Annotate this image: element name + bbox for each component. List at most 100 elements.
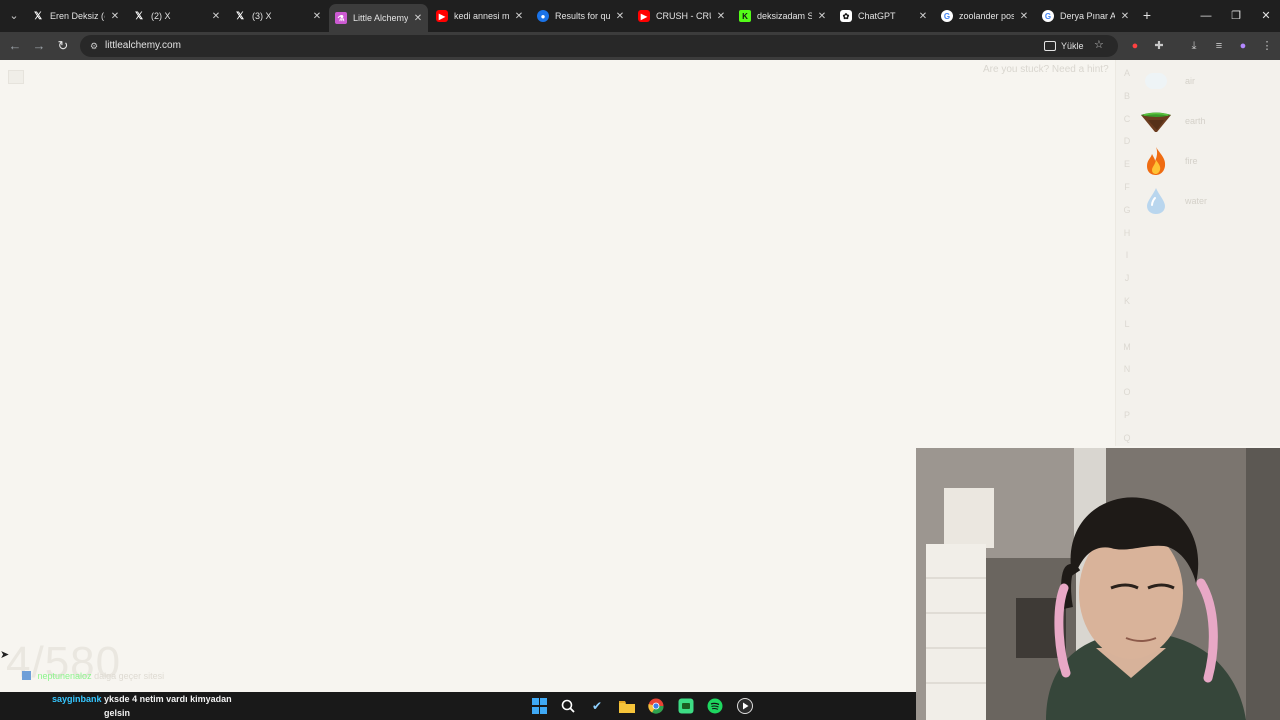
install-app-button[interactable]: Yükle <box>1044 39 1084 53</box>
letter-index-o[interactable]: O <box>1120 381 1134 404</box>
chat-username: sayginbank <box>52 694 102 704</box>
android-app-icon[interactable] <box>677 697 695 715</box>
tab-kedi-annesi[interactable]: ▶ kedi annesi mi ✕ <box>430 4 529 28</box>
fire-icon <box>1139 144 1173 178</box>
site-info-icon[interactable]: ⚙ <box>88 40 100 52</box>
url-text[interactable]: littlealchemy.com <box>105 40 181 51</box>
tab-chatgpt[interactable]: ✿ ChatGPT ✕ <box>834 4 933 28</box>
close-icon[interactable]: ✕ <box>1018 11 1030 22</box>
extensions-puzzle-icon[interactable]: ✚ <box>1151 38 1167 54</box>
letter-index-a[interactable]: A <box>1120 62 1134 85</box>
close-icon[interactable]: ✕ <box>210 11 222 22</box>
media-player-icon[interactable] <box>736 697 754 715</box>
windows-start-icon[interactable] <box>530 697 548 715</box>
file-explorer-icon[interactable] <box>618 697 636 715</box>
close-icon[interactable]: ✕ <box>614 11 626 22</box>
letter-index-n[interactable]: N <box>1120 358 1134 381</box>
bookmark-star-icon[interactable]: ☆ <box>1094 38 1104 51</box>
search-icon[interactable] <box>559 697 577 715</box>
mouse-pointer-icon: ➤ <box>0 649 10 661</box>
element-name: earth <box>1185 116 1206 126</box>
browser-menu-icon[interactable]: ⋮ <box>1259 38 1275 54</box>
letter-index-q[interactable]: Q <box>1120 427 1134 450</box>
chat-message: sayginbank yksde 4 netim vardı kimyadan … <box>52 692 244 720</box>
download-icon[interactable]: ⤓ <box>1186 38 1202 54</box>
youtube-icon: ▶ <box>638 10 650 22</box>
install-label: Yükle <box>1061 41 1084 51</box>
little-alchemy-icon: ⚗ <box>335 12 347 24</box>
element-water[interactable]: water <box>1139 184 1259 218</box>
letter-index-b[interactable]: B <box>1120 85 1134 108</box>
letter-index-j[interactable]: J <box>1120 267 1134 290</box>
element-air[interactable]: air <box>1139 64 1259 98</box>
window-close-icon[interactable]: ✕ <box>1256 6 1276 26</box>
profile-avatar[interactable]: ● <box>1235 38 1251 54</box>
letter-index-h[interactable]: H <box>1120 222 1134 245</box>
letter-index-m[interactable]: M <box>1120 336 1134 359</box>
letter-index-c[interactable]: C <box>1120 108 1134 131</box>
extension-red-icon[interactable]: ● <box>1127 38 1143 54</box>
chat-username: neptunenaloz <box>37 671 92 681</box>
close-icon[interactable]: ✕ <box>412 13 424 24</box>
new-tab-button[interactable]: + <box>1139 7 1155 23</box>
tab-crush[interactable]: ▶ CRUSH - CRUS ✕ <box>632 4 731 28</box>
tab-eren-deksiz[interactable]: 𝕏 Eren Deksiz (@ ✕ <box>26 4 125 28</box>
element-fire[interactable]: fire <box>1139 144 1259 178</box>
close-icon[interactable]: ✕ <box>1119 11 1131 22</box>
tab-title: Eren Deksiz (@ <box>50 11 105 21</box>
forward-icon[interactable]: → <box>29 36 49 56</box>
menu-icon[interactable] <box>8 70 24 84</box>
tab-derya-pinar[interactable]: G Derya Pınar Ak ✕ <box>1036 4 1135 28</box>
browser-tab-strip: ⌄ 𝕏 Eren Deksiz (@ ✕ 𝕏 (2) X ✕ 𝕏 (3) X ✕… <box>0 0 1280 32</box>
letter-index-i[interactable]: I <box>1120 244 1134 267</box>
close-icon[interactable]: ✕ <box>816 11 828 22</box>
x-icon: 𝕏 <box>235 10 245 22</box>
letter-index-e[interactable]: E <box>1120 153 1134 176</box>
letter-index-k[interactable]: K <box>1120 290 1134 313</box>
water-icon <box>1139 184 1173 218</box>
youtube-icon: ▶ <box>436 10 448 22</box>
letter-index-d[interactable]: D <box>1120 130 1134 153</box>
element-name: fire <box>1185 156 1198 166</box>
media-controls-icon[interactable]: ≡ <box>1211 38 1227 54</box>
tab-search-icon[interactable]: ⌄ <box>6 8 22 24</box>
search-results-icon: ● <box>537 10 549 22</box>
close-icon[interactable]: ✕ <box>715 11 727 22</box>
steam-icon[interactable]: ✔ <box>588 697 606 715</box>
chat-text: dalga geçer sitesi <box>94 671 165 681</box>
kick-icon: K <box>739 10 751 22</box>
tab-title: zoolander pos <box>959 11 1014 21</box>
tab-little-alchemy[interactable]: ⚗ Little Alchemy ✕ <box>329 4 428 32</box>
restore-icon[interactable]: ❐ <box>1226 6 1246 26</box>
chrome-icon[interactable] <box>647 697 665 715</box>
close-icon[interactable]: ✕ <box>311 11 323 22</box>
spotify-icon[interactable] <box>706 697 724 715</box>
tab-title: Little Alchemy <box>353 13 408 23</box>
tab-x-2[interactable]: 𝕏 (2) X ✕ <box>127 4 226 28</box>
webcam-overlay <box>916 448 1280 720</box>
tab-deksizadam[interactable]: K deksizadam St ✕ <box>733 4 832 28</box>
close-icon[interactable]: ✕ <box>513 11 525 22</box>
element-name: air <box>1185 76 1196 86</box>
close-icon[interactable]: ✕ <box>109 11 121 22</box>
tab-zoolander[interactable]: G zoolander pos ✕ <box>935 4 1034 28</box>
tab-x-3[interactable]: 𝕏 (3) X ✕ <box>228 4 327 28</box>
install-icon <box>1044 41 1056 51</box>
element-earth[interactable]: earth <box>1139 104 1259 138</box>
back-icon[interactable]: ← <box>5 36 25 56</box>
close-icon[interactable]: ✕ <box>917 11 929 22</box>
address-bar[interactable]: ⚙ littlealchemy.com Yükle ☆ <box>80 35 1118 57</box>
reload-icon[interactable]: ↻ <box>53 36 73 56</box>
minimize-icon[interactable]: — <box>1196 6 1216 26</box>
letter-index-l[interactable]: L <box>1120 313 1134 336</box>
tab-title: ChatGPT <box>858 11 896 21</box>
tab-title: deksizadam St <box>757 11 812 21</box>
letter-index-f[interactable]: F <box>1120 176 1134 199</box>
hint-link[interactable]: Are you stuck? Need a hint? <box>983 64 1109 75</box>
letter-index-g[interactable]: G <box>1120 199 1134 222</box>
browser-toolbar: ← → ↻ ⚙ littlealchemy.com Yükle ☆ ● ✚ ⤓ … <box>0 32 1280 60</box>
letter-index-p[interactable]: P <box>1120 404 1134 427</box>
tab-results[interactable]: ● Results for qui ✕ <box>531 4 630 28</box>
element-name: water <box>1185 196 1208 206</box>
tab-title: kedi annesi mi <box>454 11 509 21</box>
